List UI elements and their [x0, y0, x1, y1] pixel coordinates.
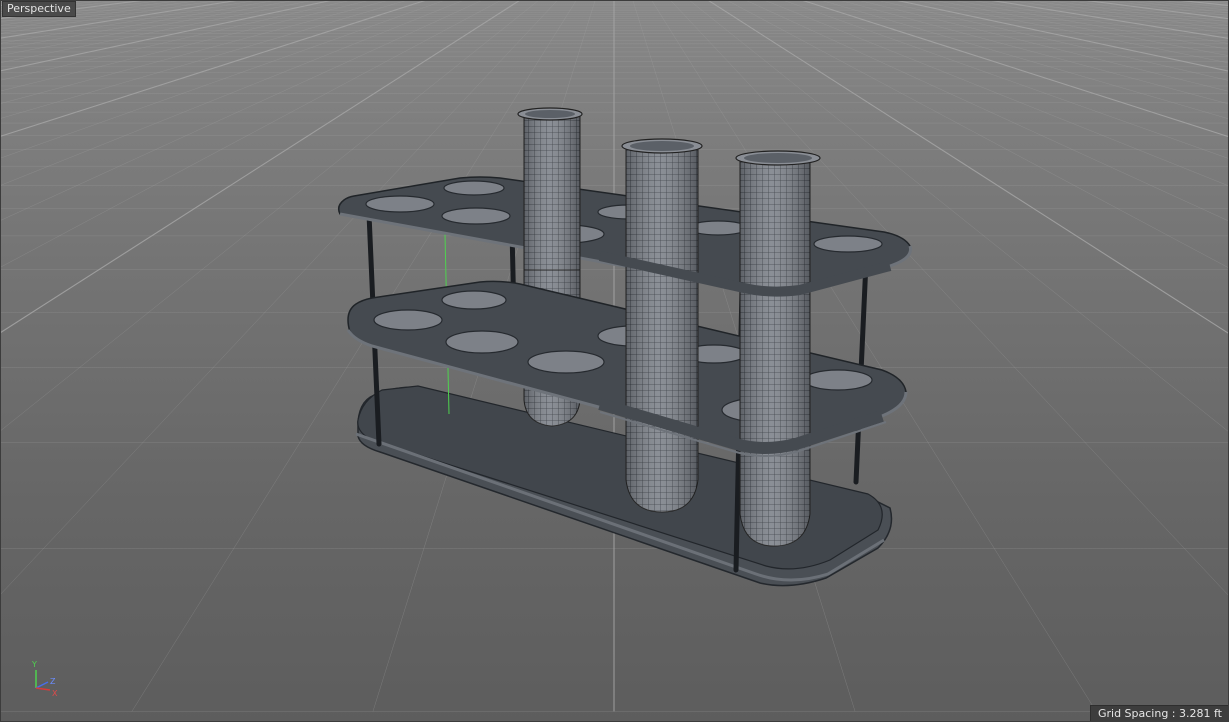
grid-line — [0, 0, 36, 4]
grid-line — [0, 0, 20, 711]
grid-line — [1078, 0, 1229, 20]
grid-line — [0, 0, 353, 81]
grid-line — [892, 0, 1229, 72]
grid-line — [968, 0, 1229, 44]
test-tube-back-upper — [517, 107, 583, 271]
grid-line — [1043, 0, 1229, 26]
grid-line — [0, 0, 243, 39]
grid-line — [1171, 0, 1229, 7]
grid-line — [0, 0, 150, 20]
grid-line — [0, 0, 316, 64]
grid-line — [856, 0, 1229, 92]
grid-line — [0, 0, 372, 92]
grid-line — [0, 0, 110, 14]
grid-line — [912, 0, 1229, 64]
grid-line — [0, 0, 336, 72]
grid-line — [0, 0, 390, 104]
grid-line — [0, 0, 222, 34]
viewport-perspective[interactable]: Perspective Y Z X Grid Spacing : 3.281 f… — [0, 0, 1229, 722]
grid-line — [1024, 0, 1229, 30]
grid-line — [0, 0, 465, 186]
test-tube-middle — [621, 138, 703, 513]
grid-line — [1155, 0, 1229, 9]
grid-line — [763, 0, 1229, 187]
rack-top-plate — [337, 176, 913, 294]
test-tube-front — [735, 150, 821, 547]
grid-line — [1006, 0, 1229, 34]
y-axis-label: Y — [31, 660, 37, 669]
grid-line — [0, 0, 185, 26]
grid-spacing-status: Grid Spacing : 3.281 ft — [1089, 705, 1229, 722]
grid-line — [1062, 0, 1229, 23]
scene-canvas[interactable] — [0, 0, 1229, 722]
grid-line — [0, 0, 2, 711]
grid-line — [0, 0, 204, 30]
test-tube-rack[interactable] — [337, 107, 913, 587]
grid-line — [0, 0, 129, 16]
grid-line — [0, 0, 166, 23]
z-axis-icon — [35, 681, 49, 689]
viewport-label[interactable]: Perspective — [2, 1, 76, 17]
grid-line — [1211, 0, 1229, 2]
grid-line — [0, 0, 57, 7]
grid-line — [0, 0, 17, 2]
x-axis-label: X — [52, 689, 58, 698]
axis-gizmo: Y Z X — [31, 660, 58, 698]
grid-line — [931, 0, 1229, 57]
grid-line — [0, 0, 446, 159]
grid-line — [985, 0, 1229, 39]
z-axis-label: Z — [50, 677, 56, 686]
grid-line — [0, 0, 73, 9]
grid-line — [0, 0, 297, 56]
grid-line — [782, 0, 1229, 159]
grid-line — [1208, 0, 1229, 711]
x-axis-icon — [35, 687, 51, 691]
grid-line — [0, 0, 429, 138]
grid-line — [1118, 0, 1229, 14]
grid-line — [1099, 0, 1229, 16]
grid-line — [1192, 0, 1229, 4]
grid-line — [875, 0, 1229, 81]
